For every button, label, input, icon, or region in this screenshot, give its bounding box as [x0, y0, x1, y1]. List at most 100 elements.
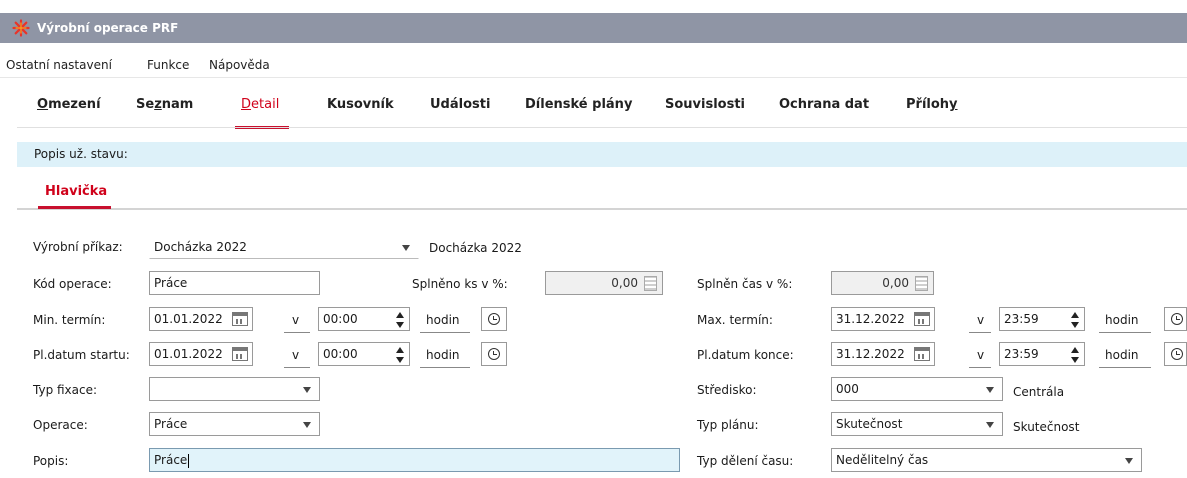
pl-datum-startu-time-value: 00:00: [323, 347, 358, 361]
spinner-icon[interactable]: [1070, 345, 1080, 365]
min-termin-clock-button[interactable]: [481, 307, 507, 331]
max-termin-time-value: 23:59: [1004, 312, 1039, 326]
calendar-icon[interactable]: [232, 312, 248, 326]
min-termin-unit-underline: [420, 332, 470, 333]
tab-seznam[interactable]: Seznam: [136, 97, 193, 112]
spinner-icon[interactable]: [395, 310, 405, 330]
status-bar: Popis už. stavu:: [17, 142, 1187, 167]
splnen-cas-value: 0,00: [882, 276, 909, 290]
calculator-icon[interactable]: [644, 276, 657, 291]
operace-select[interactable]: Práce: [149, 412, 320, 436]
window-title: Výrobní operace PRF: [37, 21, 179, 35]
pl-datum-startu-time-input[interactable]: 00:00: [318, 342, 410, 366]
tab-udalosti[interactable]: Události: [430, 97, 490, 112]
pl-datum-konce-clock-button[interactable]: [1164, 342, 1187, 366]
tab-detail[interactable]: Detail: [234, 97, 290, 129]
spinner-icon[interactable]: [395, 345, 405, 365]
clock-icon: [488, 348, 500, 360]
typ-deleni-casu-label: Typ dělení času:: [697, 454, 794, 468]
pl-datum-startu-date-input[interactable]: 01.01.2022: [149, 342, 253, 366]
pl-datum-startu-clock-button[interactable]: [481, 342, 507, 366]
pl-datum-startu-label: Pl.datum startu:: [33, 348, 130, 362]
max-termin-clock-button[interactable]: [1164, 307, 1187, 331]
typ-deleni-casu-select[interactable]: Nedělitelný čas: [831, 448, 1142, 472]
typ-planu-label: Typ plánu:: [697, 418, 759, 432]
chevron-down-icon: [986, 422, 994, 428]
vyrobni-prikaz-desc: Docházka 2022: [429, 241, 522, 255]
pl-datum-startu-unit: hodin: [426, 348, 460, 362]
menubar: Ostatní nastavení Funkce Nápověda: [0, 43, 1187, 78]
chevron-down-icon: [303, 387, 311, 393]
chevron-down-icon: [986, 387, 994, 393]
tab-omezeni[interactable]: Omezení: [37, 97, 101, 112]
vyrobni-prikaz-value: Docházka 2022: [154, 240, 247, 254]
pl-datum-startu-v: v: [292, 348, 300, 362]
pl-datum-startu-date-value: 01.01.2022: [154, 347, 223, 361]
tab-dilenske-plany[interactable]: Dílenské plány: [525, 97, 632, 112]
menu-ostatni-nastaveni[interactable]: Ostatní nastavení: [6, 58, 112, 72]
pl-datum-startu-v-underline: [284, 367, 310, 368]
popis-input[interactable]: Práce: [149, 448, 680, 472]
max-termin-unit-underline: [1099, 332, 1151, 333]
typ-deleni-casu-value: Nedělitelný čas: [836, 453, 929, 467]
pl-datum-konce-time-value: 23:59: [1004, 347, 1039, 361]
max-termin-v: v: [977, 313, 985, 327]
min-termin-v-underline: [284, 332, 310, 333]
typ-planu-value: Skutečnost: [836, 417, 903, 431]
max-termin-time-input[interactable]: 23:59: [999, 307, 1085, 331]
calculator-icon[interactable]: [915, 276, 928, 291]
max-termin-v-underline: [969, 332, 991, 333]
stredisko-desc: Centrála: [1013, 385, 1065, 399]
min-termin-date-input[interactable]: 01.01.2022: [149, 307, 253, 331]
chevron-down-icon: [1125, 458, 1133, 464]
kod-operace-label: Kód operace:: [33, 277, 112, 291]
tab-souvislosti[interactable]: Souvislosti: [665, 97, 745, 112]
text-caret: [188, 453, 190, 468]
subtab-active-indicator: [38, 206, 111, 209]
operace-value: Práce: [154, 417, 188, 431]
max-termin-date-value: 31.12.2022: [836, 312, 905, 326]
splneno-ks-field: 0,00: [545, 271, 663, 295]
tab-kusovnik[interactable]: Kusovník: [327, 97, 394, 112]
pl-datum-konce-date-input[interactable]: 31.12.2022: [831, 342, 935, 366]
menu-napoveda[interactable]: Nápověda: [209, 58, 270, 72]
pl-datum-konce-time-input[interactable]: 23:59: [999, 342, 1085, 366]
pl-datum-konce-v-underline: [969, 367, 991, 368]
popis-value: Práce: [154, 453, 188, 467]
vyrobni-prikaz-select[interactable]: Docházka 2022: [149, 235, 419, 259]
min-termin-time-input[interactable]: 00:00: [318, 307, 410, 331]
stredisko-select[interactable]: 000: [831, 377, 1003, 401]
typ-fixace-select[interactable]: [149, 377, 320, 401]
tab-bar: Omezení Seznam Detail Kusovník Události …: [0, 91, 1187, 129]
stredisko-value: 000: [836, 382, 859, 396]
calendar-icon[interactable]: [232, 347, 248, 361]
popis-label: Popis:: [33, 454, 69, 468]
tabs-divider: [17, 127, 1187, 128]
typ-planu-select[interactable]: Skutečnost: [831, 412, 1003, 436]
pl-datum-konce-date-value: 31.12.2022: [836, 347, 905, 361]
menu-funkce[interactable]: Funkce: [147, 58, 189, 72]
tab-prilohy[interactable]: Přílohy: [906, 97, 958, 112]
min-termin-label: Min. termín:: [33, 313, 106, 327]
chevron-down-icon: [402, 245, 410, 251]
max-termin-date-input[interactable]: 31.12.2022: [831, 307, 935, 331]
kod-operace-input[interactable]: Práce: [149, 271, 320, 295]
clock-icon: [1171, 348, 1183, 360]
spinner-icon[interactable]: [1070, 310, 1080, 330]
min-termin-v: v: [292, 313, 300, 327]
subtab-divider: [17, 208, 1187, 210]
clock-icon: [1171, 313, 1183, 325]
splnen-cas-field: 0,00: [831, 271, 934, 295]
window-titlebar: Výrobní operace PRF: [0, 13, 1187, 43]
typ-fixace-label: Typ fixace:: [33, 383, 98, 397]
tab-ochrana-dat[interactable]: Ochrana dat: [779, 97, 869, 112]
asterisk-logo-icon: [11, 18, 31, 38]
calendar-icon[interactable]: [914, 347, 930, 361]
splneno-ks-value: 0,00: [611, 276, 638, 290]
pl-datum-startu-unit-underline: [420, 367, 470, 368]
calendar-icon[interactable]: [914, 312, 930, 326]
operace-label: Operace:: [33, 418, 88, 432]
pl-datum-konce-label: Pl.datum konce:: [697, 348, 794, 362]
min-termin-unit: hodin: [426, 313, 460, 327]
subtab-hlavicka[interactable]: Hlavička: [45, 184, 107, 199]
